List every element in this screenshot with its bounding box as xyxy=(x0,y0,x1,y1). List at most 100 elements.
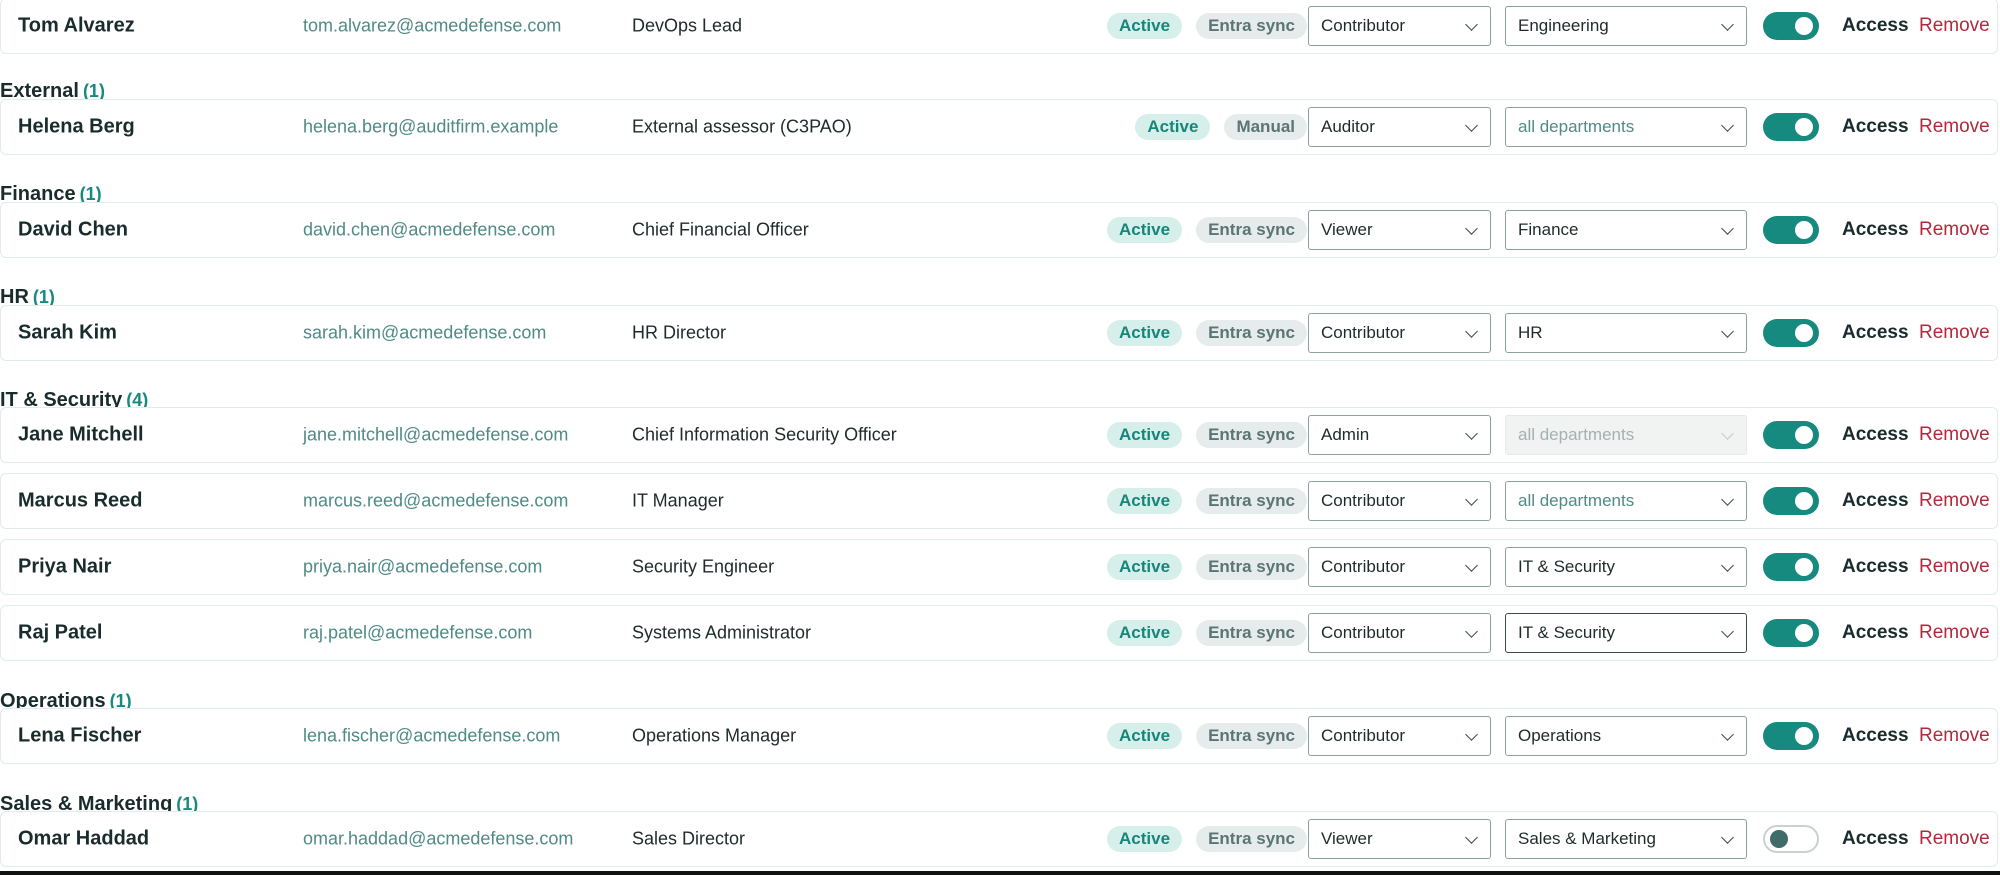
access-toggle[interactable] xyxy=(1763,825,1819,853)
access-label: Access xyxy=(1842,622,1909,643)
user-name: Marcus Reed xyxy=(18,489,143,512)
user-row: David Chen david.chen@acmedefense.com Chie… xyxy=(0,202,1998,258)
user-badges: Active Entra sync xyxy=(1107,422,1307,448)
access-toggle[interactable] xyxy=(1763,421,1819,449)
toggle-knob xyxy=(1770,830,1788,848)
access-toggle[interactable] xyxy=(1763,619,1819,647)
access-toggle[interactable] xyxy=(1763,722,1819,750)
status-badge: Active xyxy=(1107,488,1183,514)
department-value: Engineering xyxy=(1518,16,1609,35)
role-select[interactable]: Contributor xyxy=(1308,313,1491,353)
access-toggle[interactable] xyxy=(1763,553,1819,581)
department-select[interactable]: Finance xyxy=(1505,210,1747,250)
role-select[interactable]: Contributor xyxy=(1308,481,1491,521)
user-badges: Active Entra sync xyxy=(1107,217,1307,243)
user-email: marcus.reed@acmedefense.com xyxy=(303,490,569,511)
source-badge: Manual xyxy=(1224,114,1307,140)
remove-link[interactable]: Remove xyxy=(1919,219,1990,241)
user-email: tom.alvarez@acmedefense.com xyxy=(303,15,562,36)
department-select[interactable]: Sales & Marketing xyxy=(1505,819,1747,859)
remove-link[interactable]: Remove xyxy=(1919,622,1990,644)
bottom-divider xyxy=(0,871,2000,875)
role-select[interactable]: Viewer xyxy=(1308,210,1491,250)
department-select[interactable]: HR xyxy=(1505,313,1747,353)
remove-link[interactable]: Remove xyxy=(1919,116,1990,138)
status-badge: Active xyxy=(1107,826,1183,852)
user-badges: Active Entra sync xyxy=(1107,320,1307,346)
role-select[interactable]: Contributor xyxy=(1308,6,1491,46)
department-select[interactable]: all departments xyxy=(1505,481,1747,521)
role-value: Auditor xyxy=(1321,117,1375,136)
toggle-knob xyxy=(1795,426,1813,444)
role-value: Contributor xyxy=(1321,623,1406,642)
user-row: Jane Mitchell jane.mitchell@acmedefense.c… xyxy=(0,407,1998,463)
remove-link[interactable]: Remove xyxy=(1919,725,1990,747)
access-toggle[interactable] xyxy=(1763,12,1819,40)
department-select[interactable]: IT & Security xyxy=(1505,547,1747,587)
department-select: all departments xyxy=(1505,415,1747,455)
access-toggle[interactable] xyxy=(1763,319,1819,347)
user-title: Operations Manager xyxy=(632,725,797,746)
group-count: (1) xyxy=(32,287,55,307)
department-select[interactable]: Engineering xyxy=(1505,6,1747,46)
user-title: Security Engineer xyxy=(632,556,775,577)
user-title: Chief Information Security Officer xyxy=(632,424,897,445)
user-email: omar.haddad@acmedefense.com xyxy=(303,828,574,849)
chevron-down-icon xyxy=(1721,325,1734,338)
department-select[interactable]: all departments xyxy=(1505,107,1747,147)
user-row: Lena Fischer lena.fischer@acmedefense.com… xyxy=(0,708,1998,764)
status-badge: Active xyxy=(1107,554,1183,580)
department-value: Sales & Marketing xyxy=(1518,829,1656,848)
role-select[interactable]: Contributor xyxy=(1308,716,1491,756)
user-name: Tom Alvarez xyxy=(18,14,135,37)
access-toggle[interactable] xyxy=(1763,487,1819,515)
chevron-down-icon xyxy=(1721,728,1734,741)
user-badges: Active Entra sync xyxy=(1107,620,1307,646)
chevron-down-icon xyxy=(1721,625,1734,638)
status-badge: Active xyxy=(1135,114,1211,140)
chevron-down-icon xyxy=(1721,493,1734,506)
user-title: IT Manager xyxy=(632,490,724,511)
department-value: all departments xyxy=(1518,491,1635,510)
access-label: Access xyxy=(1842,725,1909,746)
user-badges: Active Manual xyxy=(1135,114,1307,140)
remove-link[interactable]: Remove xyxy=(1919,424,1990,446)
department-select[interactable]: Operations xyxy=(1505,716,1747,756)
role-select[interactable]: Contributor xyxy=(1308,613,1491,653)
remove-link[interactable]: Remove xyxy=(1919,490,1990,512)
user-email: jane.mitchell@acmedefense.com xyxy=(303,424,569,445)
department-value: IT & Security xyxy=(1518,623,1615,642)
user-title: Chief Financial Officer xyxy=(632,219,809,240)
access-toggle[interactable] xyxy=(1763,216,1819,244)
remove-link[interactable]: Remove xyxy=(1919,15,1990,37)
status-badge: Active xyxy=(1107,320,1183,346)
user-email: priya.nair@acmedefense.com xyxy=(303,556,543,577)
user-badges: Active Entra sync xyxy=(1107,488,1307,514)
department-value: Finance xyxy=(1518,220,1579,239)
role-select[interactable]: Admin xyxy=(1308,415,1491,455)
access-label: Access xyxy=(1842,116,1909,137)
group-count: (1) xyxy=(79,184,102,204)
user-row: Priya Nair priya.nair@acmedefense.com Secu… xyxy=(0,539,1998,595)
source-badge: Entra sync xyxy=(1196,826,1307,852)
remove-link[interactable]: Remove xyxy=(1919,828,1990,850)
user-name: Omar Haddad xyxy=(18,827,150,850)
department-select[interactable]: IT & Security xyxy=(1505,613,1747,653)
source-badge: Entra sync xyxy=(1196,723,1307,749)
user-badges: Active Entra sync xyxy=(1107,554,1307,580)
user-email: sarah.kim@acmedefense.com xyxy=(303,322,547,343)
role-select[interactable]: Viewer xyxy=(1308,819,1491,859)
user-name: David Chen xyxy=(18,218,129,241)
department-value: IT & Security xyxy=(1518,557,1615,576)
user-title: DevOps Lead xyxy=(632,15,743,36)
role-select[interactable]: Contributor xyxy=(1308,547,1491,587)
role-select[interactable]: Auditor xyxy=(1308,107,1491,147)
source-badge: Entra sync xyxy=(1196,217,1307,243)
source-badge: Entra sync xyxy=(1196,320,1307,346)
access-toggle[interactable] xyxy=(1763,113,1819,141)
chevron-down-icon xyxy=(1465,18,1478,31)
status-badge: Active xyxy=(1107,422,1183,448)
remove-link[interactable]: Remove xyxy=(1919,556,1990,578)
remove-link[interactable]: Remove xyxy=(1919,322,1990,344)
access-label: Access xyxy=(1842,219,1909,240)
